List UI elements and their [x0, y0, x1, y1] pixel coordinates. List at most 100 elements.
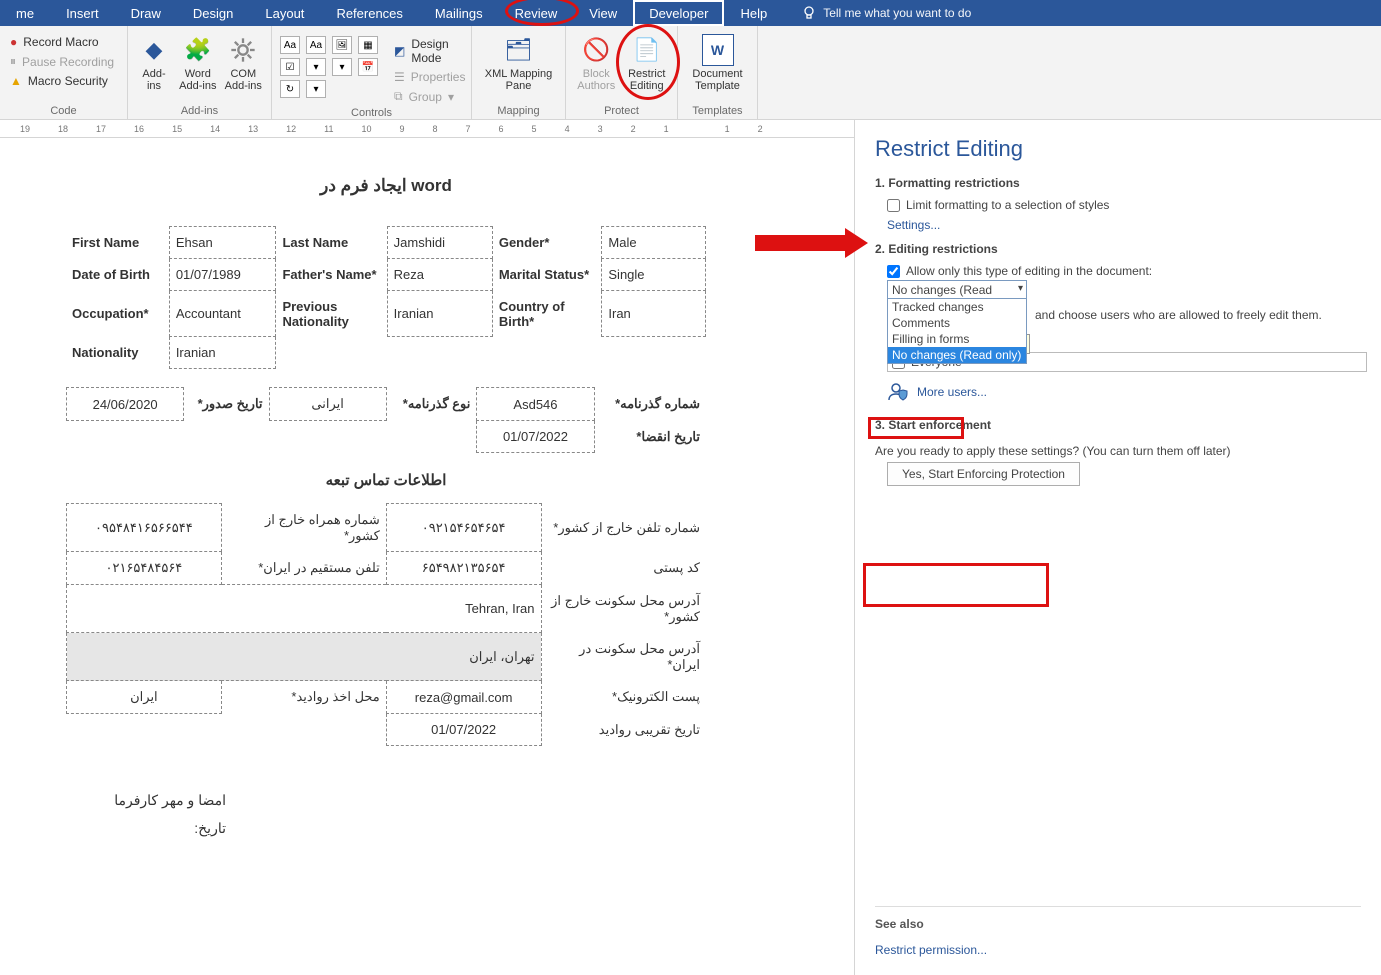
macro-security-button[interactable]: ▲Macro Security: [8, 73, 110, 89]
field-occupation[interactable]: Accountant: [169, 291, 276, 337]
section-enforcement: 3. Start enforcement: [875, 418, 1361, 432]
tell-me-input[interactable]: Tell me what you want to do: [823, 6, 971, 20]
more-users-link[interactable]: More users...: [887, 380, 1361, 404]
option-no-changes[interactable]: No changes (Read only): [888, 347, 1026, 363]
control-date[interactable]: 📅: [358, 58, 378, 76]
ribbon: ●Record Macro ⏸Pause Recording ▲Macro Se…: [0, 26, 1381, 120]
field-dob[interactable]: 01/07/1989: [169, 259, 276, 291]
start-enforcing-button[interactable]: Yes, Start Enforcing Protection: [887, 462, 1080, 486]
restrict-permission-link[interactable]: Restrict permission...: [875, 939, 1361, 961]
label-last-name: Last Name: [276, 227, 387, 259]
addins-button[interactable]: ◆Add-ins: [136, 34, 172, 92]
settings-link[interactable]: Settings...: [875, 214, 1361, 236]
field-passport-no[interactable]: Asd546: [477, 388, 594, 421]
com-addins-button[interactable]: COM Add-ins: [224, 34, 263, 92]
design-icon: ◩: [394, 44, 405, 58]
group-button: ⧉Group ▾: [392, 88, 467, 105]
menu-developer[interactable]: Developer: [633, 0, 724, 26]
section-formatting: 1. Formatting restrictions: [875, 176, 1361, 190]
design-mode-button[interactable]: ◩Design Mode: [392, 36, 467, 66]
limit-formatting-checkbox[interactable]: Limit formatting to a selection of style…: [875, 196, 1361, 214]
menu-view[interactable]: View: [573, 0, 633, 26]
field-mobile-abroad[interactable]: ۰۹۵۴۸۴۱۶۵۶۶۵۴۴: [67, 504, 222, 552]
field-first-name[interactable]: Ehsan: [169, 227, 276, 259]
allow-editing-checkbox[interactable]: Allow only this type of editing in the d…: [875, 262, 1361, 280]
table-row: کد پستی ۶۵۴۹۸۲۱۳۵۶۵۴ تلفن مستقیم در ایرا…: [67, 552, 707, 585]
field-father-name[interactable]: Reza: [387, 259, 492, 291]
table-row: شماره تلفن خارج از کشور* ۰۹۲۱۵۴۶۵۴۶۵۴ شم…: [67, 504, 707, 552]
dropdown-options: Tracked changes Comments Filling in form…: [887, 298, 1027, 364]
field-passport-type[interactable]: ایرانی: [269, 388, 386, 421]
field-phone-iran[interactable]: ۰۲۱۶۵۴۸۴۵۶۴: [67, 552, 222, 585]
field-marital[interactable]: Single: [602, 259, 706, 291]
field-expiry-date[interactable]: 01/07/2022: [477, 421, 594, 453]
field-issue-date[interactable]: 24/06/2020: [67, 388, 184, 421]
option-comments[interactable]: Comments: [888, 315, 1026, 331]
field-phone-abroad[interactable]: ۰۹۲۱۵۴۶۵۴۶۵۴: [386, 504, 541, 552]
table-row: Occupation* Accountant Previous National…: [66, 291, 706, 337]
word-doc-icon: W: [702, 34, 734, 66]
table-row: Date of Birth 01/07/1989 Father's Name* …: [66, 259, 706, 291]
document-template-button[interactable]: WDocument Template: [686, 34, 749, 92]
field-email[interactable]: reza@gmail.com: [386, 681, 541, 714]
word-addins-button[interactable]: 🧩Word Add-ins: [178, 34, 217, 92]
field-last-name[interactable]: Jamshidi: [387, 227, 492, 259]
field-visa-date[interactable]: 01/07/2022: [386, 714, 541, 746]
field-visa-place[interactable]: ایران: [67, 681, 222, 714]
warning-icon: ▲: [10, 74, 22, 88]
menu-insert[interactable]: Insert: [50, 0, 115, 26]
control-combo[interactable]: ▾: [306, 58, 326, 76]
menu-help[interactable]: Help: [724, 0, 783, 26]
page: ایجاد فرم در word First Name Ehsan Last …: [26, 138, 746, 872]
field-postal-code[interactable]: ۶۵۴۹۸۲۱۳۵۶۵۴: [386, 552, 541, 585]
group-label-addins: Add-ins: [136, 105, 263, 117]
ribbon-group-mapping: 🗂XML Mapping Pane Mapping: [472, 26, 566, 119]
control-block[interactable]: ▦: [358, 36, 378, 54]
field-prev-nat[interactable]: Iranian: [387, 291, 492, 337]
section-editing: 2. Editing restrictions: [875, 242, 1361, 256]
option-tracked-changes[interactable]: Tracked changes: [888, 299, 1026, 315]
record-icon: ●: [10, 35, 17, 49]
control-rich-text[interactable]: Aa: [280, 36, 300, 54]
control-dropdown[interactable]: ▾: [332, 58, 352, 76]
control-repeating[interactable]: ↻: [280, 80, 300, 98]
document-title: ایجاد فرم در word: [66, 176, 706, 196]
lightbulb-icon: [801, 5, 817, 21]
menu-review[interactable]: Review: [499, 0, 574, 26]
menu-mailings[interactable]: Mailings: [419, 0, 499, 26]
record-macro-button[interactable]: ●Record Macro: [8, 34, 101, 50]
xml-mapping-button[interactable]: 🗂XML Mapping Pane: [480, 34, 557, 92]
document-area[interactable]: ایجاد فرم در word First Name Ehsan Last …: [0, 138, 850, 975]
control-checkbox[interactable]: ☑: [280, 58, 300, 76]
menu-bar: me Insert Draw Design Layout References …: [0, 0, 1381, 26]
group-label-mapping: Mapping: [480, 105, 557, 117]
editing-type-dropdown[interactable]: No changes (Read only) Tracked changes C…: [887, 280, 1027, 314]
group-label-templates: Templates: [686, 105, 749, 117]
pause-icon: ⏸: [10, 54, 16, 69]
field-address-abroad[interactable]: Tehran, Iran: [67, 585, 542, 633]
restrict-editing-button[interactable]: 📄Restrict Editing: [625, 34, 670, 92]
menu-design[interactable]: Design: [177, 0, 249, 26]
option-filling-forms[interactable]: Filling in forms: [888, 331, 1026, 347]
menu-layout[interactable]: Layout: [249, 0, 320, 26]
control-legacy[interactable]: ▾: [306, 80, 326, 98]
personal-info-table: First Name Ehsan Last Name Jamshidi Gend…: [66, 226, 706, 369]
field-gender[interactable]: Male: [602, 227, 706, 259]
menu-draw[interactable]: Draw: [115, 0, 177, 26]
control-plain-text[interactable]: Aa: [306, 36, 326, 54]
field-cob[interactable]: Iran: [602, 291, 706, 337]
properties-icon: ☰: [394, 70, 405, 84]
control-picture[interactable]: 🖼: [332, 36, 352, 54]
table-row: First Name Ehsan Last Name Jamshidi Gend…: [66, 227, 706, 259]
block-authors-button: 🚫Block Authors: [574, 34, 619, 92]
group-icon: ⧉: [394, 89, 403, 104]
user-shield-icon: [887, 380, 911, 404]
field-address-iran[interactable]: تهران، ایران: [67, 633, 542, 681]
ribbon-group-code: ●Record Macro ⏸Pause Recording ▲Macro Se…: [0, 26, 128, 119]
menu-file[interactable]: me: [0, 0, 50, 26]
group-label-protect: Protect: [574, 105, 669, 117]
enforcement-note: Are you ready to apply these settings? (…: [875, 444, 1361, 458]
field-nationality[interactable]: Iranian: [169, 337, 276, 369]
menu-references[interactable]: References: [320, 0, 418, 26]
table-row: پست الکترونیک* reza@gmail.com محل اخذ رو…: [67, 681, 707, 714]
